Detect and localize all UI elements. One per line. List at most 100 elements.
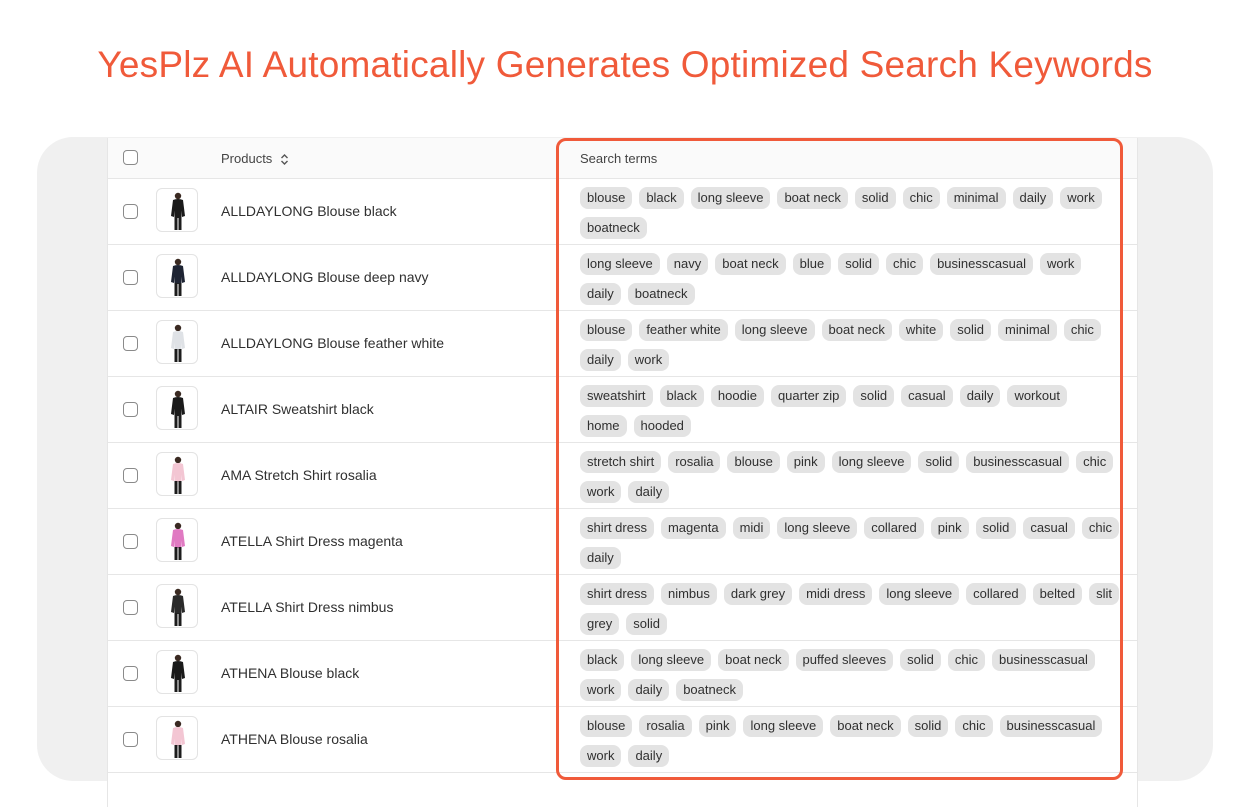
search-term-tag[interactable]: collared: [966, 583, 1026, 605]
search-term-tag[interactable]: boat neck: [821, 319, 892, 341]
search-term-tag[interactable]: solid: [900, 649, 941, 671]
search-term-tag[interactable]: chic: [902, 187, 940, 209]
search-term-tag[interactable]: stretch shirt: [580, 451, 662, 473]
table-row[interactable]: ALTAIR Sweatshirt black sweatshirt black ho…: [108, 377, 1137, 443]
search-term-tag[interactable]: long sleeve: [690, 187, 771, 209]
sort-icon[interactable]: [280, 153, 289, 166]
search-term-tag[interactable]: boatneck: [676, 679, 743, 701]
search-term-tag[interactable]: work: [1060, 187, 1102, 209]
search-term-tag[interactable]: boat neck: [830, 715, 901, 737]
product-name[interactable]: ATHENA Blouse rosalia: [221, 731, 368, 747]
search-term-tag[interactable]: chic: [947, 649, 985, 671]
table-row[interactable]: ATHENA Blouse black black long sleeve boat …: [108, 641, 1137, 707]
search-term-tag[interactable]: rosalia: [668, 451, 721, 473]
search-term-tag[interactable]: casual: [1023, 517, 1075, 539]
search-term-tag[interactable]: boat neck: [718, 649, 789, 671]
select-all-checkbox[interactable]: [123, 150, 138, 165]
search-term-tag[interactable]: long sleeve: [879, 583, 960, 605]
search-term-tag[interactable]: collared: [864, 517, 924, 539]
row-checkbox[interactable]: [123, 534, 138, 549]
table-row[interactable]: ALLDAYLONG Blouse deep navy long sleeve na…: [108, 245, 1137, 311]
search-term-tag[interactable]: blue: [792, 253, 832, 275]
search-term-tag[interactable]: grey: [580, 613, 620, 635]
row-checkbox[interactable]: [123, 600, 138, 615]
row-checkbox[interactable]: [123, 204, 138, 219]
search-term-tag[interactable]: boatneck: [627, 283, 695, 305]
search-term-tag[interactable]: long sleeve: [580, 253, 660, 275]
search-term-tag[interactable]: minimal: [946, 187, 1006, 209]
row-checkbox[interactable]: [123, 468, 138, 483]
search-term-tag[interactable]: long sleeve: [831, 451, 912, 473]
product-thumbnail[interactable]: [156, 650, 198, 694]
search-term-tag[interactable]: long sleeve: [734, 319, 815, 341]
product-name[interactable]: AMA Stretch Shirt rosalia: [221, 467, 377, 483]
product-name[interactable]: ATELLA Shirt Dress magenta: [221, 533, 403, 549]
row-checkbox[interactable]: [123, 666, 138, 681]
search-term-tag[interactable]: work: [580, 679, 622, 701]
search-term-tag[interactable]: daily: [1012, 187, 1054, 209]
search-term-tag[interactable]: midi dress: [799, 583, 873, 605]
search-term-tag[interactable]: hooded: [633, 415, 691, 437]
search-term-tag[interactable]: feather white: [639, 319, 728, 341]
search-term-tag[interactable]: sweatshirt: [580, 385, 653, 407]
search-term-tag[interactable]: black: [659, 385, 704, 407]
search-term-tag[interactable]: work: [580, 745, 622, 767]
table-row[interactable]: ATELLA Shirt Dress nimbus shirt dress nimb…: [108, 575, 1137, 641]
search-term-tag[interactable]: white: [898, 319, 944, 341]
row-checkbox[interactable]: [123, 732, 138, 747]
product-thumbnail[interactable]: [156, 584, 198, 628]
search-term-tag[interactable]: solid: [950, 319, 992, 341]
search-term-tag[interactable]: daily: [628, 481, 670, 503]
search-term-tag[interactable]: businesscasual: [999, 715, 1103, 737]
search-term-tag[interactable]: navy: [666, 253, 709, 275]
search-term-tag[interactable]: daily: [580, 283, 621, 305]
table-row[interactable]: ALLDAYLONG Blouse black blouse black long s…: [108, 179, 1137, 245]
search-term-tag[interactable]: slit: [1089, 583, 1119, 605]
search-term-tag[interactable]: work: [627, 349, 670, 371]
product-thumbnail[interactable]: [156, 386, 198, 430]
search-term-tag[interactable]: black: [580, 649, 625, 671]
products-column-header[interactable]: Products: [221, 151, 289, 166]
search-term-tag[interactable]: dark grey: [723, 583, 793, 605]
product-thumbnail[interactable]: [156, 320, 198, 364]
search-term-tag[interactable]: casual: [901, 385, 953, 407]
search-term-tag[interactable]: chic: [1063, 319, 1101, 341]
search-term-tag[interactable]: boat neck: [715, 253, 786, 275]
search-term-tag[interactable]: pink: [786, 451, 825, 473]
row-checkbox[interactable]: [123, 336, 138, 351]
product-name[interactable]: ATELLA Shirt Dress nimbus: [221, 599, 393, 615]
search-term-tag[interactable]: pink: [698, 715, 737, 737]
search-term-tag[interactable]: chic: [1076, 451, 1114, 473]
search-term-tag[interactable]: rosalia: [639, 715, 692, 737]
search-term-tag[interactable]: solid: [918, 451, 960, 473]
search-term-tag[interactable]: daily: [628, 745, 670, 767]
search-term-tag[interactable]: businesscasual: [992, 649, 1095, 671]
search-term-tag[interactable]: daily: [580, 547, 621, 569]
product-name[interactable]: ALTAIR Sweatshirt black: [221, 401, 374, 417]
search-term-tag[interactable]: pink: [930, 517, 969, 539]
search-term-tag[interactable]: solid: [838, 253, 879, 275]
search-term-tag[interactable]: blouse: [580, 715, 633, 737]
search-term-tag[interactable]: work: [580, 481, 622, 503]
search-term-tag[interactable]: black: [639, 187, 684, 209]
product-name[interactable]: ALLDAYLONG Blouse deep navy: [221, 269, 429, 285]
product-name[interactable]: ALLDAYLONG Blouse feather white: [221, 335, 444, 351]
search-term-tag[interactable]: solid: [626, 613, 668, 635]
search-term-tag[interactable]: daily: [580, 349, 621, 371]
search-term-tag[interactable]: blouse: [580, 319, 633, 341]
search-term-tag[interactable]: magenta: [660, 517, 726, 539]
product-thumbnail[interactable]: [156, 254, 198, 298]
search-term-tag[interactable]: long sleeve: [777, 517, 858, 539]
search-term-tag[interactable]: shirt dress: [580, 517, 654, 539]
product-thumbnail[interactable]: [156, 518, 198, 562]
product-name[interactable]: ALLDAYLONG Blouse black: [221, 203, 397, 219]
table-row[interactable]: ATELLA Shirt Dress magenta shirt dress mag…: [108, 509, 1137, 575]
search-term-tag[interactable]: belted: [1032, 583, 1083, 605]
search-term-tag[interactable]: boat neck: [777, 187, 848, 209]
search-term-tag[interactable]: minimal: [998, 319, 1057, 341]
search-term-tag[interactable]: daily: [628, 679, 670, 701]
search-term-tag[interactable]: blouse: [580, 187, 633, 209]
search-term-tag[interactable]: puffed sleeves: [795, 649, 894, 671]
table-row[interactable]: ALLDAYLONG Blouse feather white blouse fea…: [108, 311, 1137, 377]
product-name[interactable]: ATHENA Blouse black: [221, 665, 359, 681]
